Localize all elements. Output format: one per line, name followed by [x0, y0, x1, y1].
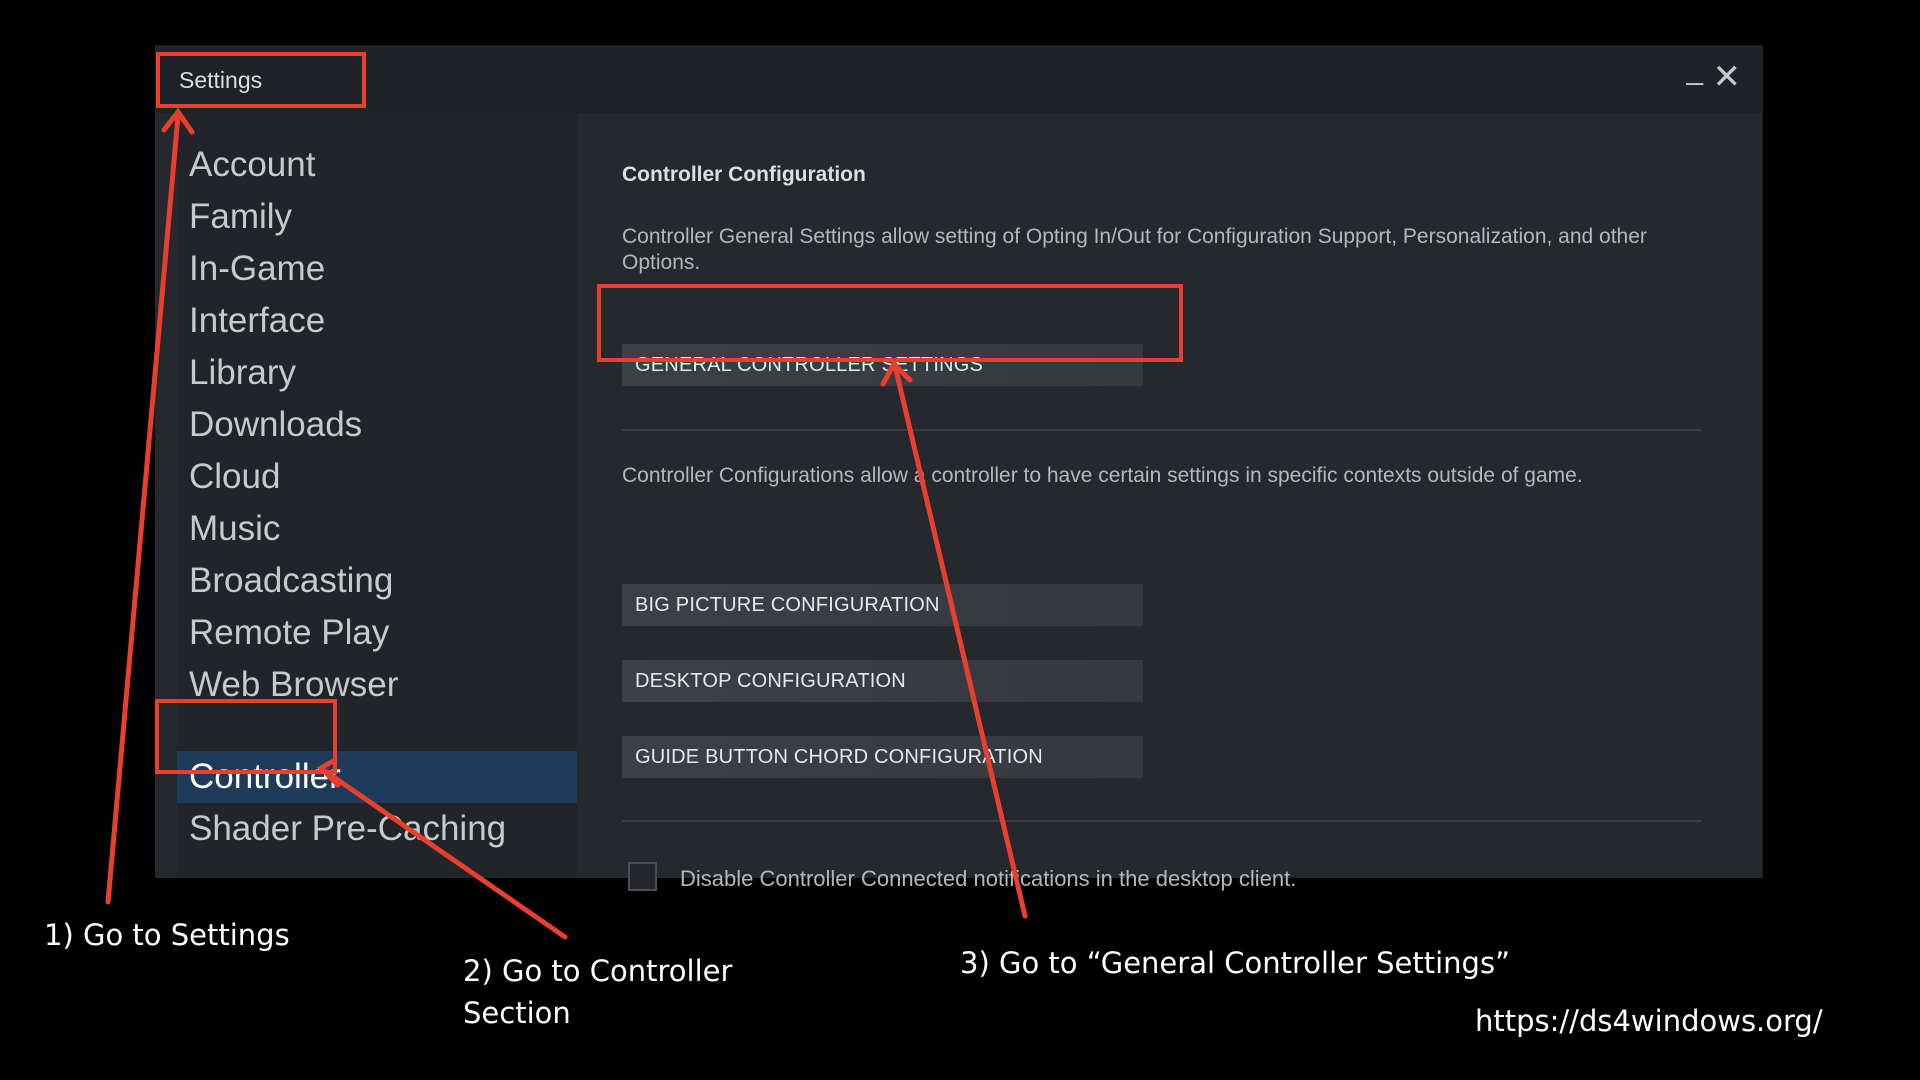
step3-annotation: 3) Go to “General Controller Settings” [960, 946, 1511, 980]
arrow-to-settings [105, 113, 181, 905]
arrow-to-controller [322, 768, 568, 940]
source-url: https://ds4windows.org/ [1475, 1004, 1823, 1038]
step2-annotation-line2: Section [463, 996, 571, 1030]
arrow-to-general-settings [893, 367, 1028, 919]
step2-annotation-line1: 2) Go to Controller [463, 954, 733, 988]
step1-annotation: 1) Go to Settings [44, 918, 290, 952]
